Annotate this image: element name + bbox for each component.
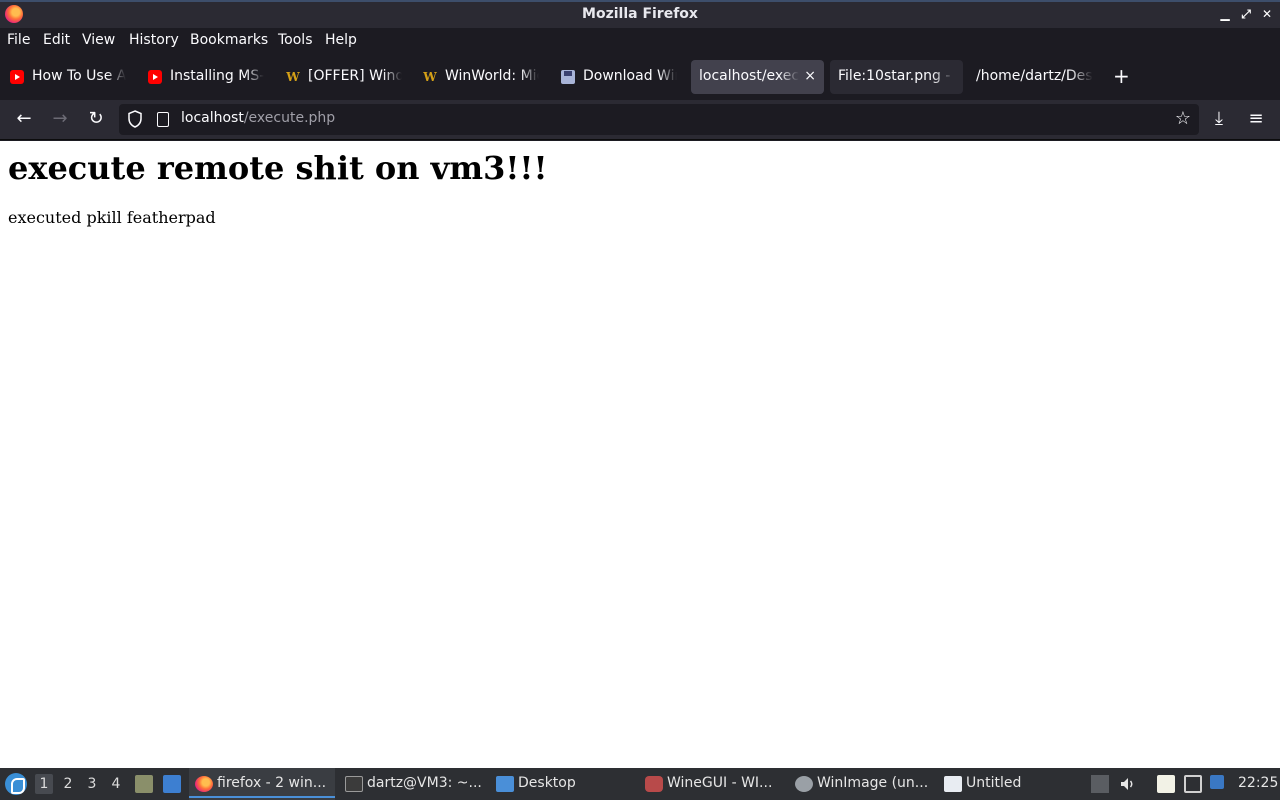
firefox-icon [195,776,213,792]
workspace-4[interactable]: 4 [107,776,125,792]
clock[interactable]: 22:25 [1238,775,1278,791]
url-text[interactable]: localhost/execute.php [181,110,335,126]
page-content: execute remote shit on vm3!!! executed p… [0,141,1280,768]
taskbar: 1 2 3 4 firefox - 2 win... dartz@VM3: ~.… [0,768,1280,800]
tab-label: localhost/execu [699,68,799,84]
page-message: executed pkill featherpad [8,208,216,227]
volume-icon[interactable] [1119,775,1137,793]
wine-glass-icon [645,776,663,792]
url-path: /execute.php [243,110,336,126]
task-winegui[interactable]: WineGUI - WI... [639,768,785,800]
new-tab-button[interactable]: + [1113,66,1130,86]
tab-label: File:10star.png - c [838,68,955,84]
eject-icon[interactable] [1091,775,1109,793]
tab[interactable]: Installing MS-D [138,60,272,94]
forward-button[interactable]: → [48,108,72,132]
tab[interactable]: W WinWorld: Mic [413,60,547,94]
reload-button[interactable]: ↻ [84,108,108,132]
downloads-icon[interactable]: ⤓ [1207,108,1231,132]
disk-icon [795,776,813,792]
menu-bar: File Edit View History Bookmarks Tools H… [0,28,1280,54]
task-firefox[interactable]: firefox - 2 win... [189,768,335,800]
back-button[interactable]: ← [12,108,36,132]
menu-tools[interactable]: Tools [278,32,313,48]
tab-label: How To Use A [32,68,126,84]
workspace-2[interactable]: 2 [59,776,77,792]
tab-label: Download Win [583,68,677,84]
workspace-3[interactable]: 3 [83,776,101,792]
tab[interactable]: W [OFFER] Wind [276,60,410,94]
task-desktop[interactable]: Desktop [490,768,636,800]
task-label: dartz@VM3: ~... [367,775,482,791]
floppy-icon [561,70,575,84]
tab-label: [OFFER] Wind [308,68,402,84]
start-menu-icon[interactable] [5,773,27,795]
tab[interactable]: How To Use A [0,60,134,94]
page-heading: execute remote shit on vm3!!! [8,149,548,187]
tab-label: /home/dartz/Desk [976,68,1093,84]
task-label: WineGUI - WI... [667,775,773,791]
shield-icon[interactable] [127,110,143,128]
tab-active[interactable]: localhost/execu × [691,60,824,94]
tab[interactable]: /home/dartz/Desk [968,60,1101,94]
terminal-icon [345,776,363,792]
close-window-button[interactable]: ✕ [1259,6,1275,22]
address-bar[interactable]: localhost/execute.php ☆ [119,104,1199,135]
network-icon[interactable] [1184,775,1202,793]
show-desktop-icon[interactable] [163,775,181,793]
window-title: Mozilla Firefox [582,6,698,22]
task-terminal[interactable]: dartz@VM3: ~... [339,768,487,800]
menu-bookmarks[interactable]: Bookmarks [190,32,268,48]
tab[interactable]: File:10star.png - c [830,60,963,94]
text-editor-icon [944,776,962,792]
task-label: Desktop [518,775,576,791]
page-icon[interactable] [157,112,169,127]
bookmark-star-icon[interactable]: ☆ [1175,108,1191,129]
window-titlebar: Mozilla Firefox ▁ ⤢ ✕ [0,0,1280,28]
youtube-icon [148,70,162,84]
task-untitled[interactable]: Untitled [938,768,1084,800]
tab-label: WinWorld: Mic [445,68,539,84]
workspace-1[interactable]: 1 [35,774,53,794]
app-menu-icon[interactable]: ≡ [1244,108,1268,132]
restore-button[interactable]: ⤢ [1238,6,1254,22]
update-notifier-icon[interactable] [1210,775,1224,789]
winworld-icon: W [423,70,437,84]
file-manager-launcher-icon[interactable] [135,775,153,793]
youtube-icon [10,70,24,84]
navigation-toolbar: ← → ↻ localhost/execute.php ☆ ⤓ ≡ [0,100,1280,140]
menu-edit[interactable]: Edit [43,32,70,48]
tab[interactable]: Download Win [551,60,685,94]
menu-help[interactable]: Help [325,32,357,48]
task-label: WinImage (un... [817,775,929,791]
task-label: firefox - 2 win... [217,775,327,791]
task-winimage[interactable]: WinImage (un... [789,768,935,800]
clipboard-icon[interactable] [1157,775,1175,793]
task-label: Untitled [966,775,1022,791]
tab-label: Installing MS-D [170,68,264,84]
winworld-icon: W [286,70,300,84]
url-host: localhost [181,110,244,126]
folder-icon [496,776,514,792]
menu-view[interactable]: View [82,32,115,48]
close-tab-icon[interactable]: × [804,68,816,84]
tab-strip: How To Use A Installing MS-D W [OFFER] W… [0,54,1280,100]
minimize-button[interactable]: ▁ [1217,6,1233,22]
menu-file[interactable]: File [7,32,30,48]
menu-history[interactable]: History [129,32,179,48]
